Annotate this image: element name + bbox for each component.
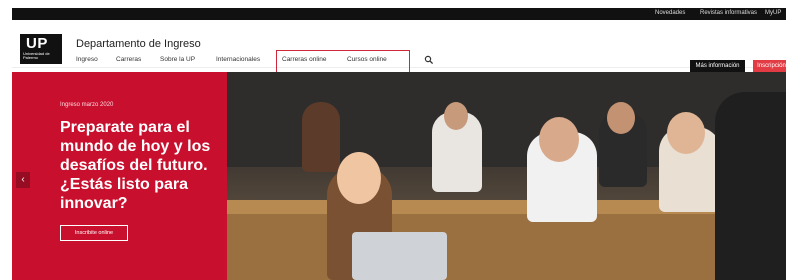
search-icon[interactable] [424,55,434,65]
more-info-button[interactable]: Más información [690,60,745,72]
nav-item-sobre-la-up[interactable]: Sobre la UP [160,56,195,63]
utility-link-novedades[interactable]: Novedades [655,10,685,16]
site-header: UP Universidad de Palermo Departamento d… [12,20,786,76]
logo-mark: UP [26,35,48,52]
nav-item-internacionales[interactable]: Internacionales [216,56,260,63]
nav-item-carreras[interactable]: Carreras [116,56,141,63]
hero-banner: Ingreso marzo 2020 Preparate para el mun… [12,72,786,280]
hero-photo-students [227,72,786,280]
hero-red-panel: Ingreso marzo 2020 Preparate para el mun… [12,72,227,280]
hero-kicker: Ingreso marzo 2020 [60,102,114,108]
nav-item-ingreso[interactable]: Ingreso [76,56,98,63]
logo-subtext: Universidad de Palermo [23,51,50,60]
hero-title: Preparate para el mundo de hoy y los des… [60,119,211,212]
chevron-left-icon[interactable]: ‹ [16,172,30,188]
up-logo[interactable]: UP Universidad de Palermo [20,34,62,64]
department-title: Departamento de Ingreso [76,38,201,50]
signup-button[interactable]: Inscripción [753,60,786,72]
hero-cta-button[interactable]: Inscribite online [60,225,128,241]
utility-link-revistas[interactable]: Revistas informativas [700,10,757,16]
utility-bar: Novedades Revistas informativas MyUP [12,8,786,20]
page: Novedades Revistas informativas MyUP UP … [12,8,786,280]
utility-link-myup[interactable]: MyUP [765,10,781,16]
